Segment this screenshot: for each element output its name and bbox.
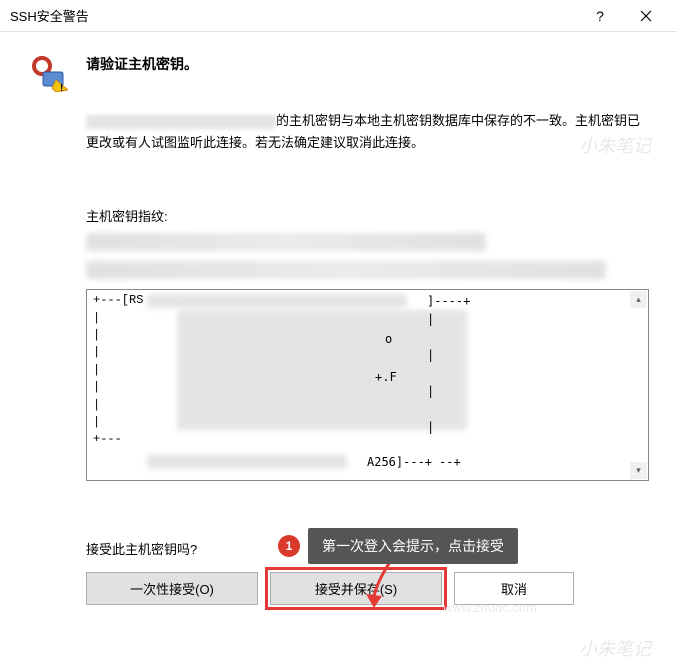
ascii-char: | bbox=[427, 348, 434, 362]
redacted-host bbox=[86, 115, 276, 129]
help-button[interactable]: ? bbox=[577, 0, 623, 32]
annotation-arrow-icon bbox=[360, 560, 400, 613]
redacted-fingerprint-2 bbox=[86, 261, 606, 279]
svg-text:!: ! bbox=[60, 83, 63, 92]
redacted-ascii bbox=[147, 455, 347, 469]
redacted-ascii bbox=[147, 294, 407, 308]
ascii-char: o bbox=[385, 332, 392, 346]
watermark-brand: 小朱笔记 bbox=[579, 635, 651, 661]
ascii-char: | bbox=[427, 312, 434, 326]
accept-save-button[interactable]: 接受并保存(S) bbox=[270, 572, 442, 605]
close-button[interactable] bbox=[623, 0, 669, 32]
cancel-button[interactable]: 取消 bbox=[454, 572, 574, 605]
annotation-number-badge: 1 bbox=[278, 535, 300, 557]
scroll-down-button[interactable]: ▾ bbox=[630, 462, 647, 479]
window-title: SSH安全警告 bbox=[10, 6, 577, 25]
ascii-char: ]----+ bbox=[427, 294, 470, 308]
ascii-char: | bbox=[427, 384, 434, 398]
ascii-char: | bbox=[427, 420, 434, 434]
header-title: 请验证主机密钥。 bbox=[86, 50, 198, 74]
ascii-char: +.F bbox=[375, 370, 397, 384]
close-icon bbox=[640, 10, 652, 22]
annotation-tooltip: 第一次登入会提示，点击接受 bbox=[308, 528, 518, 564]
fingerprint-label: 主机密钥指纹: bbox=[86, 206, 649, 225]
ascii-char: --+ bbox=[439, 455, 461, 469]
fingerprint-hashes bbox=[86, 233, 649, 279]
redacted-ascii bbox=[177, 310, 467, 430]
warning-body-text: 的主机密钥与本地主机密钥数据库中保存的不一致。主机密钥已更改或有人试图监听此连接… bbox=[86, 110, 649, 154]
annotation-callout: 1 第一次登入会提示，点击接受 bbox=[278, 528, 518, 564]
accept-once-button[interactable]: 一次性接受(O) bbox=[86, 572, 258, 605]
redacted-fingerprint-1 bbox=[86, 233, 486, 251]
title-bar: SSH安全警告 ? bbox=[0, 0, 677, 32]
ascii-art-box: ▴ ▾ +---[RS | | | S | | | | +--- o +.F A… bbox=[86, 289, 649, 481]
warning-key-icon: ! bbox=[28, 52, 68, 92]
scroll-up-button[interactable]: ▴ bbox=[630, 291, 647, 308]
ascii-char: A256]---+ bbox=[367, 455, 432, 469]
